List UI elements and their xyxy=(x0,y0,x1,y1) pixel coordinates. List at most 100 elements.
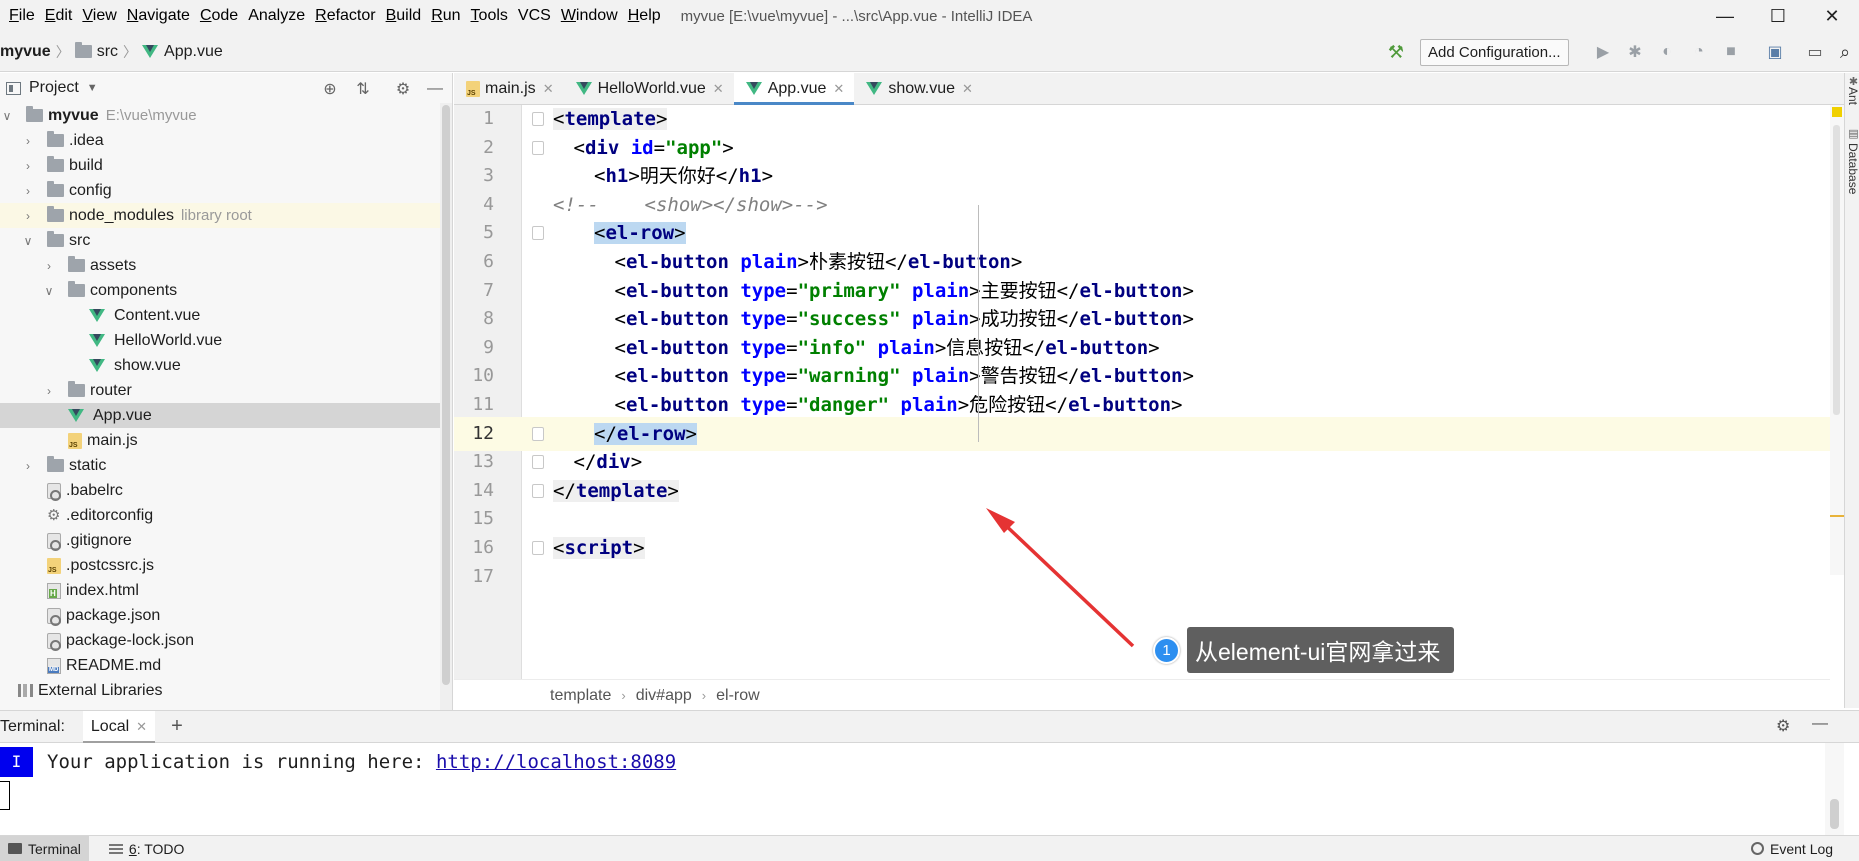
locate-target-icon[interactable]: ⊕ xyxy=(320,79,340,99)
profile-icon[interactable]: ◔ xyxy=(1688,41,1710,63)
menu-item-view[interactable]: View xyxy=(78,7,122,25)
gear-icon[interactable]: ⚙ xyxy=(1776,716,1790,736)
warning-marker[interactable] xyxy=(1830,515,1844,517)
scrollbar-thumb[interactable] xyxy=(442,105,450,685)
tree-item[interactable]: ›package.json xyxy=(0,603,440,628)
tree-item[interactable]: ›Content.vue xyxy=(0,303,440,328)
coverage-icon[interactable]: ◐ xyxy=(1656,41,1678,63)
tree-item[interactable]: ›.gitignore xyxy=(0,528,440,553)
chevron-down-icon[interactable]: ∨ xyxy=(42,284,56,298)
project-scrollbar[interactable] xyxy=(440,103,452,710)
nav-crumb-src[interactable]: src xyxy=(74,42,118,61)
stop-icon[interactable]: ■ xyxy=(1720,41,1742,63)
tree-item[interactable]: ∨ myvue E:\vue\myvue xyxy=(0,103,440,128)
menu-item-refactor[interactable]: Refactor xyxy=(311,7,381,25)
tree-item[interactable]: ›README.md xyxy=(0,653,440,678)
add-configuration-button[interactable]: Add Configuration... xyxy=(1420,39,1569,66)
fold-marker-icon[interactable] xyxy=(532,426,544,441)
chevron-down-icon[interactable]: ∨ xyxy=(21,234,35,248)
tree-item[interactable]: ›package-lock.json xyxy=(0,628,440,653)
tree-item[interactable]: External Libraries xyxy=(0,678,440,703)
hide-panel-icon[interactable]: — xyxy=(425,79,445,99)
menu-item-analyze[interactable]: Analyze xyxy=(244,7,311,25)
database-tool-button[interactable]: Database xyxy=(1845,143,1859,194)
tree-item[interactable]: › config xyxy=(0,178,440,203)
menu-item-window[interactable]: Window xyxy=(557,7,624,25)
tree-item[interactable]: ›⚙.editorconfig xyxy=(0,503,440,528)
tree-item[interactable]: › static xyxy=(0,453,440,478)
menu-item-help[interactable]: Help xyxy=(624,7,667,25)
close-icon[interactable]: ✕ xyxy=(713,81,724,97)
minimize-button[interactable]: — xyxy=(1701,0,1749,32)
tab-helloworld-vue[interactable]: HelloWorld.vue ✕ xyxy=(564,73,734,104)
localhost-link[interactable]: http://localhost:8089 xyxy=(436,747,676,777)
close-icon[interactable]: ✕ xyxy=(833,81,844,97)
tree-item[interactable]: › node_modules library root xyxy=(0,203,440,228)
project-panel-title[interactable]: Project xyxy=(29,79,79,97)
menu-item-tools[interactable]: Tools xyxy=(467,7,514,25)
todo-tool-button[interactable]: 6: TODO xyxy=(101,836,193,861)
maximize-button[interactable]: ☐ xyxy=(1754,0,1802,32)
debug-icon[interactable]: ✱ xyxy=(1624,41,1646,63)
chevron-right-icon[interactable]: › xyxy=(21,459,35,473)
tab-show-vue[interactable]: show.vue ✕ xyxy=(854,73,983,104)
add-terminal-button[interactable]: + xyxy=(171,715,183,738)
chevron-right-icon[interactable]: › xyxy=(21,184,35,198)
menu-item-code[interactable]: Code xyxy=(196,7,244,25)
run-icon[interactable]: ▶ xyxy=(1592,41,1614,63)
ant-tool-button[interactable]: Ant xyxy=(1845,87,1859,105)
terminal-output[interactable]: I Your application is running here: http… xyxy=(0,743,1825,835)
project-structure-icon[interactable]: ▣ xyxy=(1764,41,1786,63)
terminal-tab-local[interactable]: Local ✕ xyxy=(82,710,156,743)
terminal-window-icon[interactable]: ▭ xyxy=(1804,41,1826,63)
tab-app-vue[interactable]: App.vue ✕ xyxy=(733,73,855,105)
tree-item[interactable]: › assets xyxy=(0,253,440,278)
menu-item-run[interactable]: Run xyxy=(427,7,466,25)
fold-marker-icon[interactable] xyxy=(532,226,544,241)
tree-item[interactable]: ›.babelrc xyxy=(0,478,440,503)
chevron-right-icon[interactable]: › xyxy=(21,134,35,148)
tree-item[interactable]: ›index.html xyxy=(0,578,440,603)
fold-marker-icon[interactable] xyxy=(532,112,544,126)
tree-item[interactable]: ∨ components xyxy=(0,278,440,303)
chevron-right-icon[interactable]: › xyxy=(21,159,35,173)
breadcrumb-item[interactable]: div#app xyxy=(636,687,692,705)
tree-item[interactable]: › build xyxy=(0,153,440,178)
tree-item[interactable]: ›HelloWorld.vue xyxy=(0,328,440,353)
nav-crumb-project[interactable]: myvue xyxy=(0,43,51,61)
tree-item[interactable]: ›.postcssrc.js xyxy=(0,553,440,578)
menu-item-edit[interactable]: Edit xyxy=(41,7,79,25)
close-window-button[interactable]: ✕ xyxy=(1808,0,1856,32)
chevron-down-icon[interactable]: ∨ xyxy=(0,109,14,123)
close-icon[interactable]: ✕ xyxy=(962,81,973,97)
menu-item-file[interactable]: File xyxy=(5,7,41,25)
collapse-all-icon[interactable]: ⇅ xyxy=(353,79,373,99)
close-icon[interactable]: ✕ xyxy=(136,719,147,735)
chevron-right-icon[interactable]: › xyxy=(21,209,35,223)
breadcrumb-item[interactable]: el-row xyxy=(716,687,760,705)
terminal-tool-button[interactable]: Terminal xyxy=(0,835,89,861)
tab-main-js[interactable]: main.js ✕ xyxy=(454,73,564,104)
tree-item[interactable]: › .idea xyxy=(0,128,440,153)
nav-crumb-file[interactable]: App.vue xyxy=(142,43,223,61)
close-icon[interactable]: ✕ xyxy=(543,81,554,97)
menu-item-navigate[interactable]: Navigate xyxy=(123,7,196,25)
breadcrumb-item[interactable]: template xyxy=(550,687,611,705)
gear-icon[interactable]: ⚙ xyxy=(393,79,413,99)
menu-item-build[interactable]: Build xyxy=(382,7,428,25)
scrollbar-thumb[interactable] xyxy=(1830,799,1839,829)
chevron-right-icon[interactable]: › xyxy=(42,259,56,273)
fold-marker-icon[interactable] xyxy=(532,455,544,470)
tree-item[interactable]: › router xyxy=(0,378,440,403)
fold-marker-icon[interactable] xyxy=(532,483,544,498)
code-editor[interactable]: 1 <template> 2 <div id="app"> 3 <h1>明天你好</h1>… xyxy=(454,105,1844,681)
search-icon[interactable]: ⌕ xyxy=(1834,41,1856,63)
fold-marker-icon[interactable] xyxy=(532,140,544,155)
tree-item[interactable]: ∨ src xyxy=(0,228,440,253)
tree-item[interactable]: ›main.js xyxy=(0,428,440,453)
chevron-down-icon[interactable]: ▼ xyxy=(87,82,98,94)
inspection-status-icon[interactable] xyxy=(1832,107,1842,117)
build-hammer-icon[interactable]: ⚒ xyxy=(1385,41,1407,63)
terminal-scrollbar[interactable] xyxy=(1825,743,1844,835)
tree-item[interactable]: ›App.vue xyxy=(0,403,440,428)
